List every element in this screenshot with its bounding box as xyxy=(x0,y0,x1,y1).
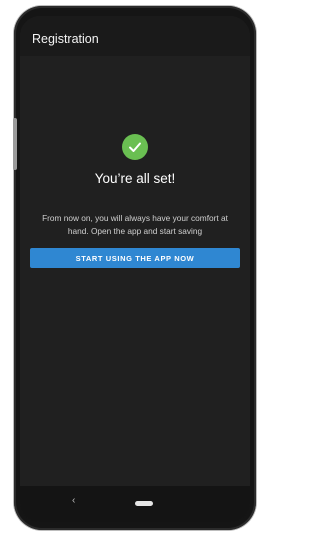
success-description: From now on, you will always have your c… xyxy=(42,213,228,236)
app-screen: Registration You’re all set! From now on… xyxy=(20,16,250,522)
start-using-app-button[interactable]: START USING THE APP NOW xyxy=(30,248,240,268)
back-icon[interactable]: ‹ xyxy=(72,495,75,506)
app-header: Registration xyxy=(20,16,250,56)
check-icon xyxy=(129,142,141,152)
phone-side-button xyxy=(13,118,17,170)
system-nav-bar: ‹ xyxy=(20,486,250,522)
page-title: Registration xyxy=(32,32,99,46)
home-pill[interactable] xyxy=(135,501,153,506)
check-circle-icon xyxy=(122,134,148,160)
success-headline: You’re all set! xyxy=(94,171,176,186)
